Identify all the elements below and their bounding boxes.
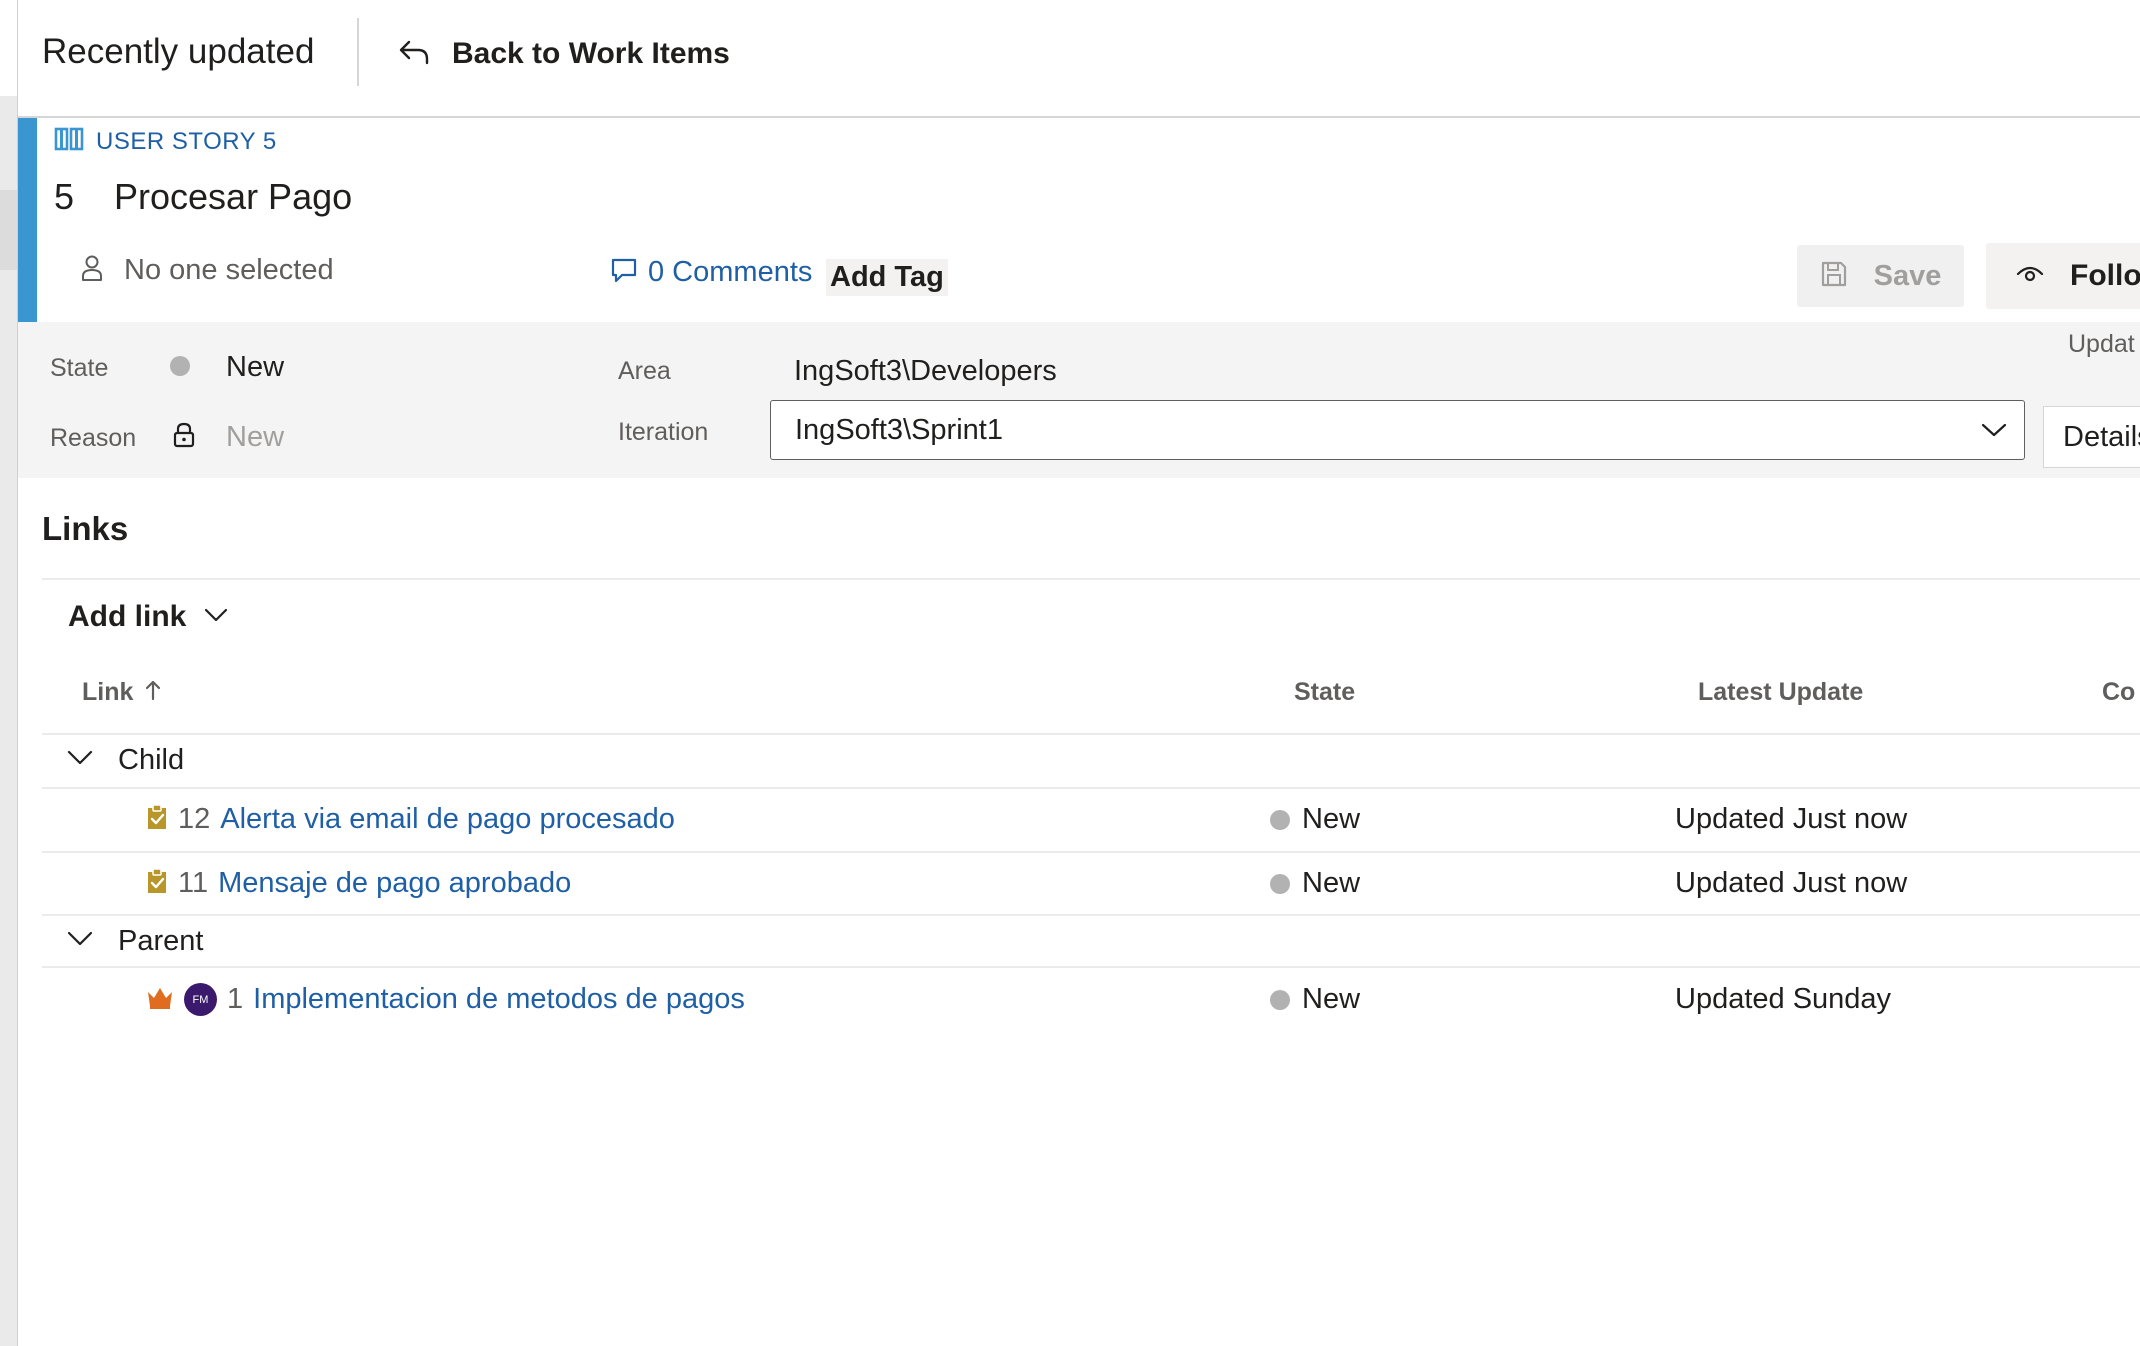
comment-icon bbox=[610, 256, 638, 289]
state-dot-icon bbox=[170, 356, 190, 376]
work-item-link[interactable]: Mensaje de pago aprobado bbox=[218, 867, 571, 900]
back-label: Back to Work Items bbox=[452, 37, 730, 70]
chevron-down-icon bbox=[66, 749, 94, 772]
state-cell: New bbox=[1270, 803, 1360, 836]
column-header-latest-update[interactable]: Latest Update bbox=[1698, 678, 1863, 707]
group-header-child[interactable]: Child bbox=[66, 744, 184, 777]
state-dot-icon bbox=[1270, 989, 1290, 1010]
save-disk-icon bbox=[1820, 260, 1848, 293]
iteration-value: IngSoft3\Sprint1 bbox=[795, 413, 1003, 446]
work-item-type-accent bbox=[18, 118, 37, 322]
sort-ascending-arrow-icon bbox=[145, 679, 161, 706]
row-rule bbox=[42, 787, 2140, 789]
epic-crown-icon bbox=[146, 984, 174, 1015]
reason-label: Reason bbox=[50, 424, 137, 452]
work-item-type-label: USER STORY 5 bbox=[96, 127, 277, 155]
header-divider bbox=[357, 18, 359, 86]
assignee-value: No one selected bbox=[124, 254, 334, 286]
header-rule bbox=[42, 733, 2140, 735]
area-value[interactable]: IngSoft3\Developers bbox=[794, 355, 1057, 388]
state-dot-icon bbox=[1270, 873, 1290, 894]
column-header-comment[interactable]: Co bbox=[2102, 678, 2135, 707]
back-arrow-icon bbox=[398, 39, 430, 70]
state-value: New bbox=[1302, 867, 1361, 899]
avatar: FM bbox=[184, 983, 217, 1016]
details-tab[interactable]: Details bbox=[2043, 406, 2140, 468]
task-icon bbox=[146, 803, 168, 836]
follow-label: Follow bbox=[2070, 259, 2140, 292]
add-link-button[interactable]: Add link bbox=[68, 600, 228, 634]
back-to-work-items-button[interactable]: Back to Work Items bbox=[398, 34, 730, 74]
work-item-type: USER STORY 5 bbox=[54, 126, 277, 157]
add-link-label: Add link bbox=[68, 600, 187, 633]
comments-count: 0 Comments bbox=[648, 256, 813, 288]
column-header-link-label: Link bbox=[82, 678, 134, 706]
state-cell: New bbox=[1270, 983, 1360, 1016]
work-item-title[interactable]: Procesar Pago bbox=[114, 176, 352, 218]
work-item-id: 5 bbox=[54, 176, 75, 217]
latest-update-cell: Updated Just now bbox=[1675, 803, 1908, 835]
reason-value: New bbox=[226, 421, 285, 453]
save-label: Save bbox=[1873, 259, 1942, 292]
chevron-down-icon bbox=[1964, 422, 2024, 438]
lock-icon bbox=[172, 422, 196, 453]
iteration-dropdown[interactable]: IngSoft3\Sprint1 bbox=[770, 400, 2025, 460]
group-name: Parent bbox=[118, 925, 204, 957]
add-tag-button[interactable]: Add Tag bbox=[826, 259, 948, 296]
group-name: Child bbox=[118, 744, 185, 776]
group-header-parent[interactable]: Parent bbox=[66, 925, 203, 958]
row-rule bbox=[42, 851, 2140, 853]
table-row: 12 Alerta via email de pago procesado bbox=[146, 803, 675, 836]
latest-update-cell: Updated Just now bbox=[1675, 867, 1908, 899]
follow-button[interactable]: Follow bbox=[1986, 243, 2140, 309]
iteration-label: Iteration bbox=[618, 418, 709, 446]
column-header-link[interactable]: Link bbox=[82, 678, 161, 707]
state-value: New bbox=[1302, 803, 1361, 835]
left-rail-top bbox=[0, 0, 17, 96]
column-header-state[interactable]: State bbox=[1294, 678, 1355, 707]
user-story-book-icon bbox=[54, 126, 84, 157]
row-rule bbox=[42, 914, 2140, 916]
row-rule bbox=[42, 966, 2140, 968]
updated-label: Updat bbox=[2068, 330, 2135, 358]
work-item-id: 1 bbox=[227, 983, 244, 1015]
eye-icon bbox=[2016, 264, 2044, 289]
work-item-id: 11 bbox=[178, 867, 209, 899]
save-button[interactable]: Save bbox=[1797, 245, 1964, 307]
work-item-id: 12 bbox=[178, 803, 211, 835]
area-label: Area bbox=[618, 357, 671, 385]
work-item-link[interactable]: Implementacion de metodos de pagos bbox=[253, 983, 745, 1016]
links-divider bbox=[42, 578, 2140, 580]
work-item-link[interactable]: Alerta via email de pago procesado bbox=[220, 803, 675, 836]
state-cell: New bbox=[1270, 867, 1360, 900]
assignee-picker[interactable]: No one selected bbox=[80, 254, 334, 287]
state-value[interactable]: New bbox=[226, 351, 284, 384]
table-row: FM 1 Implementacion de metodos de pagos bbox=[146, 983, 745, 1016]
person-icon bbox=[80, 254, 104, 287]
top-bar bbox=[18, 0, 2140, 118]
table-row: 11 Mensaje de pago aprobado bbox=[146, 867, 571, 900]
links-section-title: Links bbox=[42, 510, 129, 547]
chevron-down-icon bbox=[66, 930, 94, 953]
page-title: Recently updated bbox=[42, 32, 315, 71]
left-scrollbar-thumb[interactable] bbox=[0, 190, 17, 270]
comments-link[interactable]: 0 Comments bbox=[610, 256, 812, 289]
state-dot-icon bbox=[1270, 809, 1290, 830]
state-label: State bbox=[50, 354, 109, 382]
chevron-down-icon bbox=[204, 608, 228, 627]
task-icon bbox=[146, 867, 168, 900]
state-value: New bbox=[1302, 983, 1361, 1015]
latest-update-cell: Updated Sunday bbox=[1675, 983, 1892, 1015]
